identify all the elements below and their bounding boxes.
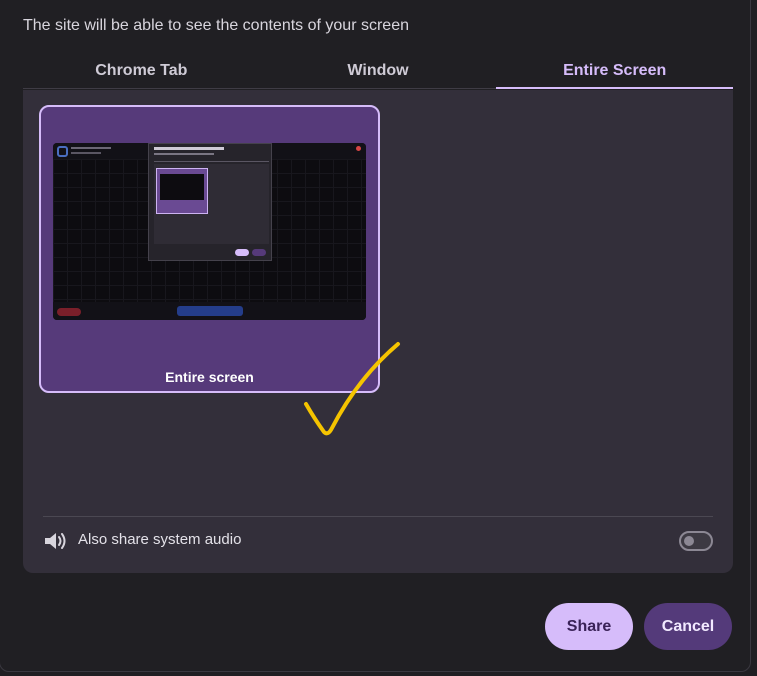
dialog-subtitle: The site will be able to see the content… bbox=[23, 17, 409, 34]
share-button[interactable]: Share bbox=[545, 603, 633, 650]
screen-share-dialog: The site will be able to see the content… bbox=[0, 0, 757, 676]
source-card-entire-screen[interactable]: Entire screen bbox=[39, 105, 380, 393]
audio-share-row: Also share system audio bbox=[43, 527, 713, 555]
speaker-icon bbox=[45, 533, 66, 549]
audio-share-label: Also share system audio bbox=[78, 531, 242, 548]
tab-chrome-tab[interactable]: Chrome Tab bbox=[23, 55, 260, 88]
cancel-button[interactable]: Cancel bbox=[644, 603, 732, 650]
source-card-label: Entire screen bbox=[165, 369, 254, 385]
divider bbox=[43, 516, 713, 517]
tab-entire-screen[interactable]: Entire Screen bbox=[496, 55, 733, 89]
source-tabs: Chrome Tab Window Entire Screen bbox=[23, 55, 733, 89]
toggle-knob bbox=[684, 536, 694, 546]
tab-window[interactable]: Window bbox=[260, 55, 497, 88]
audio-share-toggle[interactable] bbox=[679, 531, 713, 551]
source-panel: Entire screen Also share system audio bbox=[23, 90, 733, 573]
screen-thumbnail bbox=[53, 143, 366, 320]
